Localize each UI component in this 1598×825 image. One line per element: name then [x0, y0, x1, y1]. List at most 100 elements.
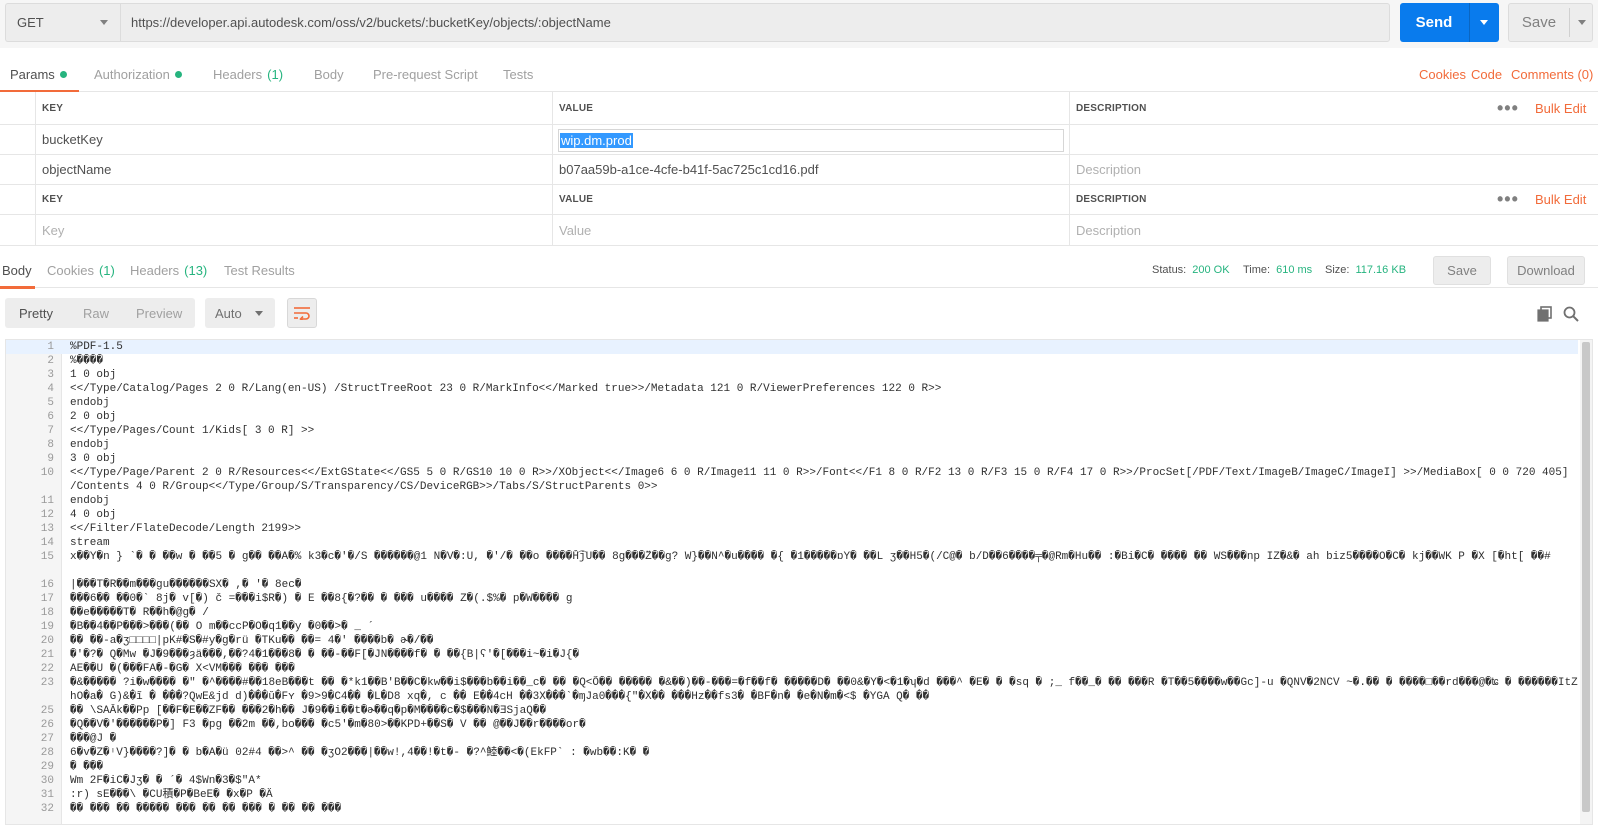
key-column-header: KEY — [36, 185, 553, 214]
param-value-cell[interactable]: b07aa59b-a1ce-4cfe-b41f-5ac725c1cd16.pdf — [553, 155, 1070, 184]
format-select[interactable]: Auto — [205, 298, 275, 328]
authorization-indicator-dot — [174, 70, 182, 78]
tab-tests[interactable]: Tests — [503, 56, 533, 92]
download-button[interactable]: Download — [1507, 256, 1585, 285]
line-number: 13 — [40, 523, 54, 535]
row-checkbox[interactable] — [0, 155, 36, 184]
comments-link[interactable]: Comments (0) — [1511, 56, 1593, 92]
tab-response-body-label: Body — [2, 262, 32, 278]
code-line: 30 Wm 2F�iC�Jʒ� � ´� 4$Wn�3�$"A* — [6, 774, 1578, 788]
chevron-down-icon — [100, 20, 108, 25]
size-value: 117.16 KB — [1355, 264, 1407, 276]
description-column-header: DESCRIPTION — [1076, 102, 1147, 114]
send-label: Send — [1415, 14, 1453, 31]
send-divider — [1469, 3, 1470, 42]
param-key-cell[interactable]: objectName — [36, 155, 553, 184]
code-line: 3 1 0 obj — [6, 368, 1578, 382]
tab-params[interactable]: Params — [0, 56, 79, 93]
line-number: 9 — [47, 453, 54, 465]
bulk-edit-link[interactable]: Bulk Edit — [1535, 92, 1586, 124]
tab-response-headers-count: (13) — [184, 262, 208, 278]
checkbox-column — [0, 92, 36, 124]
wrap-lines-icon — [294, 307, 310, 320]
line-number: 26 — [40, 719, 54, 731]
more-options-icon[interactable]: ••• — [1497, 185, 1519, 214]
tab-response-cookies[interactable]: Cookies (1) — [47, 252, 115, 288]
param-key-cell[interactable]: bucketKey — [36, 125, 553, 154]
tab-body[interactable]: Body — [314, 56, 344, 92]
vertical-scrollbar[interactable] — [1580, 340, 1592, 824]
code-line: 23 �&����� ?i�w���� �" �^����#��18eB���t … — [6, 676, 1578, 704]
line-number: 2 — [47, 355, 54, 367]
active-tab-underline — [0, 286, 35, 289]
line-number: 11 — [40, 495, 54, 507]
line-text: �� ��-a�ʒ□□□□|pK#�S�#y�g�rü �TKu�� ��= 4… — [70, 635, 434, 647]
cookies-link[interactable]: Cookies — [1419, 56, 1466, 92]
url-input[interactable]: https://developer.api.autodesk.com/oss/v… — [120, 3, 1390, 42]
code-line: 1 %PDF-1.5 — [6, 340, 1578, 354]
code-line: 15 x��Y�n } `� � ��w � ��5 � g�� ��A�% k3… — [6, 550, 1578, 578]
send-options-chevron-icon[interactable] — [1480, 20, 1488, 25]
code-line: 20 �� ��-a�ʒ□□□□|pK#�S�#y�g�rü �TKu�� ��=… — [6, 634, 1578, 648]
bulk-edit-link[interactable]: Bulk Edit — [1535, 185, 1586, 214]
line-number: 31 — [40, 789, 54, 801]
code-line: 12 4 0 obj — [6, 508, 1578, 522]
code-line: 16 |���T�R��m���gu������SX� ,� '� 8ec� — [6, 578, 1578, 592]
row-checkbox[interactable] — [0, 125, 36, 154]
key-input[interactable]: Key — [36, 215, 553, 245]
more-options-icon[interactable]: ••• — [1497, 92, 1519, 124]
tab-response-headers[interactable]: Headers (13) — [130, 252, 207, 288]
value-input[interactable]: Value — [553, 215, 1070, 245]
wrap-lines-button[interactable] — [287, 298, 317, 328]
view-pretty[interactable]: Pretty — [19, 298, 53, 328]
code-link[interactable]: Code — [1471, 56, 1502, 92]
code-line: 10 <</Type/Page/Parent 2 0 R/Resources<</… — [6, 466, 1578, 494]
code-line: 8 endobj — [6, 438, 1578, 452]
view-raw[interactable]: Raw — [83, 298, 109, 328]
line-number: 7 — [47, 425, 54, 437]
tab-authorization[interactable]: Authorization — [94, 56, 182, 92]
code-line: 26 �Q��V�'������P�] F3 �pg ��2m ��,bo��� … — [6, 718, 1578, 732]
code-line: 14 stream — [6, 536, 1578, 550]
line-number: 22 — [40, 663, 54, 675]
request-bar: GET https://developer.api.autodesk.com/o… — [0, 0, 1598, 48]
search-icon[interactable] — [1563, 306, 1579, 325]
response-tabs: Body Cookies (1) Headers (13) Test Results… — [0, 252, 1598, 289]
tab-response-body[interactable]: Body — [0, 252, 35, 289]
code-line: 32 �� ��� �� ����� ��� �� �� ��� � �� �� … — [6, 802, 1578, 816]
param-description-cell[interactable] — [1070, 125, 1590, 154]
line-number: 29 — [40, 761, 54, 773]
checkbox-column — [0, 185, 36, 214]
line-text: stream — [70, 537, 110, 549]
code-line: 28 6�v�Z�ᶦV}����?]� � b�A�ü 02#4 ��>^ �� … — [6, 746, 1578, 760]
save-response-button[interactable]: Save — [1433, 256, 1491, 285]
tab-headers[interactable]: Headers (1) — [213, 56, 283, 92]
view-preview[interactable]: Preview — [136, 298, 182, 328]
scrollbar-thumb[interactable] — [1582, 342, 1590, 812]
param-value-text: wip.dm.prod — [560, 133, 633, 148]
status-label: Status: — [1152, 264, 1187, 276]
line-number: 32 — [40, 803, 54, 815]
method-select[interactable]: GET — [5, 3, 120, 42]
line-text: �&����� ?i�w���� �" �^����#��18eB���t ��… — [70, 677, 1578, 703]
save-options-chevron-icon[interactable] — [1578, 20, 1586, 25]
send-button[interactable]: Send — [1400, 3, 1499, 42]
value-column-header: VALUE — [553, 92, 1070, 124]
line-text: <</Type/Catalog/Pages 2 0 R/Lang(en-US) … — [70, 383, 942, 395]
description-input[interactable]: Description — [1070, 215, 1590, 245]
line-text: 6�v�Z�ᶦV}����?]� � b�A�ü 02#4 ��>^ �� �ʒ… — [70, 747, 650, 759]
tab-pre-request-script[interactable]: Pre-request Script — [373, 56, 478, 92]
response-body-editor[interactable]: 1 %PDF-1.5 2 %���� 3 1 0 obj 4 <</Type/Catalog/… — [5, 339, 1593, 825]
tab-test-results-label: Test Results — [224, 262, 295, 278]
param-description-input[interactable]: Description — [1070, 155, 1590, 184]
line-number: 5 — [47, 397, 54, 409]
save-request-button[interactable]: Save — [1508, 3, 1593, 42]
copy-icon[interactable] — [1537, 306, 1552, 325]
chevron-down-icon — [255, 311, 263, 316]
method-label: GET — [17, 15, 44, 30]
code-line: 25 �� \SAĀk��Pp [��F�E��ZF�� ���2�h�� J�9… — [6, 704, 1578, 718]
param-value-input[interactable]: wip.dm.prod — [558, 129, 1064, 152]
tab-test-results[interactable]: Test Results — [224, 252, 295, 288]
line-text: 2 0 obj — [70, 411, 117, 423]
path-params-header: KEY VALUE DESCRIPTION ••• Bulk Edit — [0, 92, 1598, 125]
